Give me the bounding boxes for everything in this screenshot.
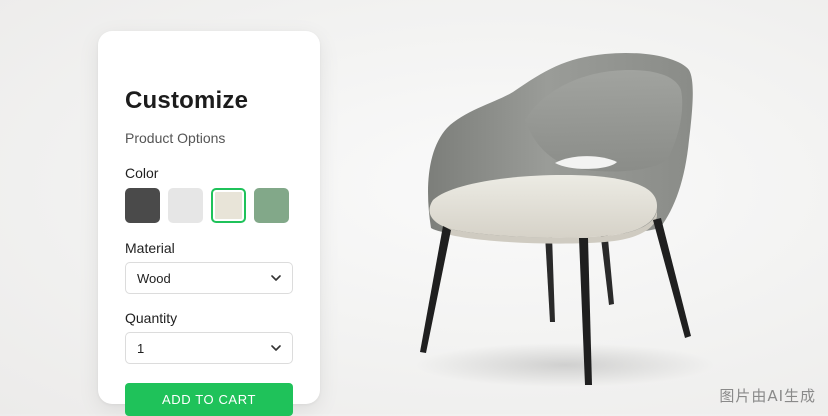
swatch-beige[interactable]	[211, 188, 246, 223]
chevron-down-icon	[271, 343, 281, 353]
quantity-select[interactable]: 1	[125, 332, 293, 364]
color-swatches	[125, 188, 295, 224]
ai-generated-watermark: 图片由AI生成	[719, 387, 816, 405]
quantity-label: Quantity	[125, 310, 178, 326]
panel-subtitle: Product Options	[125, 130, 226, 146]
material-value: Wood	[137, 270, 171, 286]
customize-panel: Customize Product Options Color Material…	[98, 31, 320, 416]
quantity-value: 1	[137, 340, 145, 356]
material-select[interactable]: Wood	[125, 262, 293, 294]
add-to-cart-button[interactable]: ADD TO CART	[125, 383, 293, 416]
swatch-charcoal[interactable]	[125, 188, 160, 223]
swatch-sage-green[interactable]	[254, 188, 289, 223]
armchair-product-image	[415, 52, 715, 387]
chevron-down-icon	[271, 273, 281, 283]
material-label: Material	[125, 240, 175, 256]
swatch-light-gray[interactable]	[168, 188, 203, 223]
panel-title: Customize	[125, 87, 249, 114]
color-label: Color	[125, 165, 159, 181]
